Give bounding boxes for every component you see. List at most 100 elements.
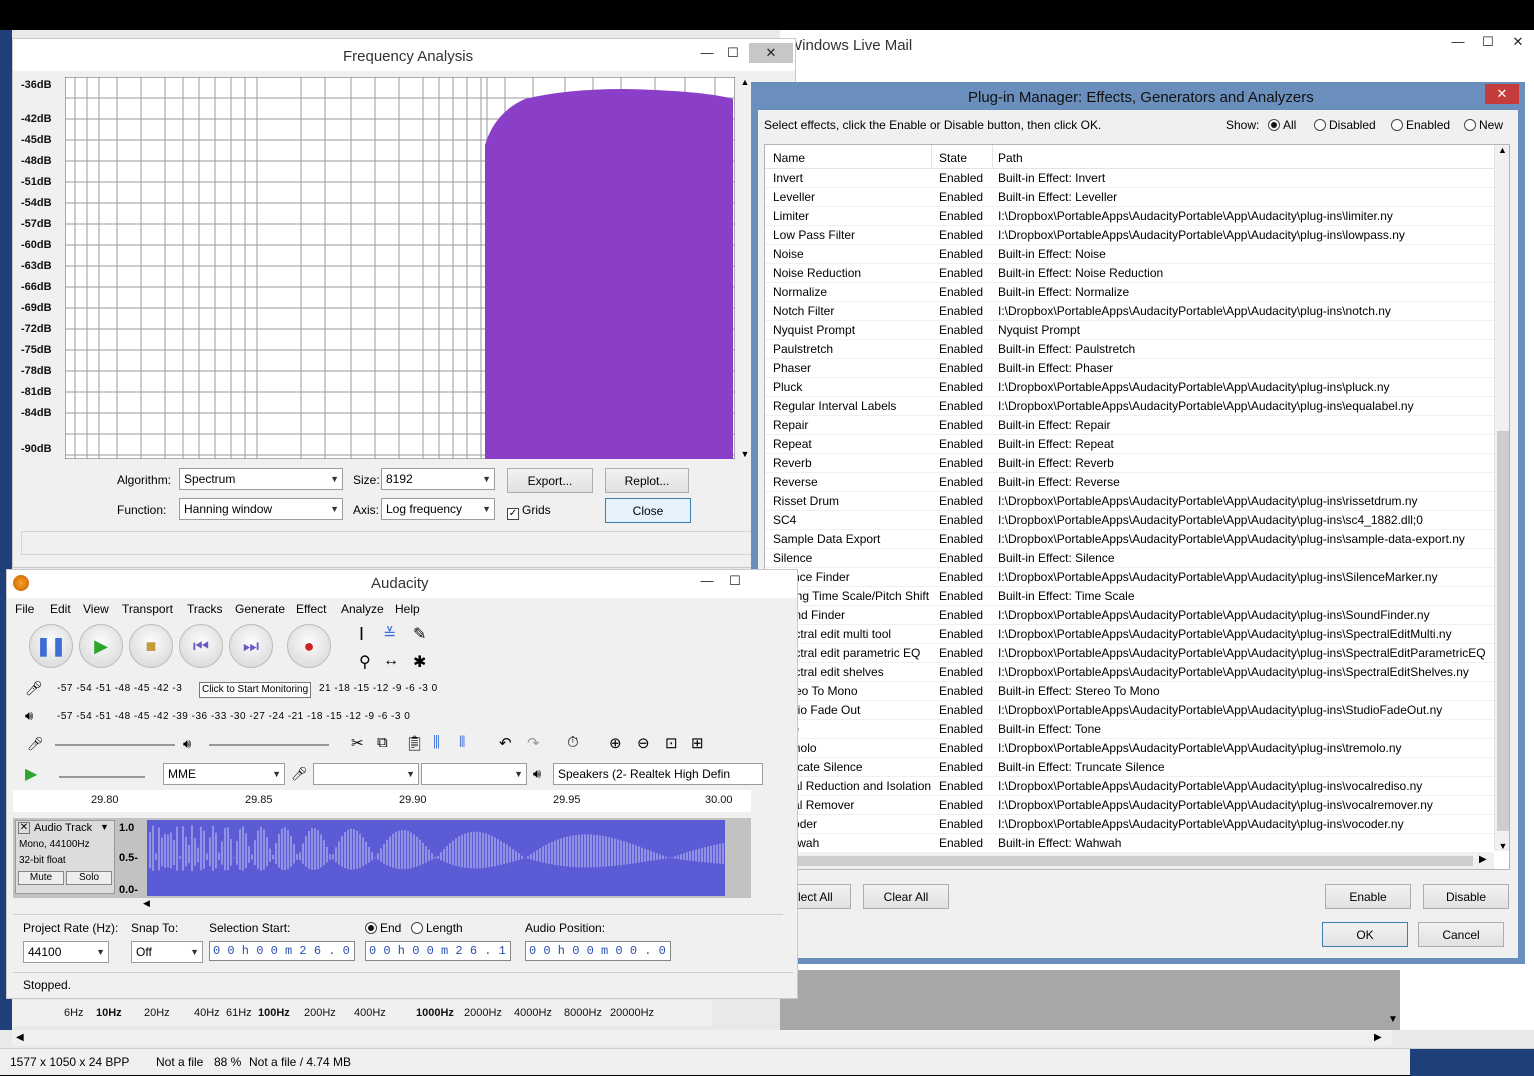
table-row[interactable]: Pluck Enabled I:\Dropbox\PortableApps\Auda… — [765, 378, 1494, 397]
table-row[interactable]: Nyquist Prompt Enabled Nyquist Prompt — [765, 321, 1494, 340]
table-row[interactable]: Silence Enabled Built-in Effect: Silence — [765, 549, 1494, 568]
play-button[interactable]: ▶ — [79, 624, 123, 668]
horizontal-scrollbar[interactable]: ◀ ▶ — [765, 853, 1494, 869]
table-row[interactable]: Paulstretch Enabled Built-in Effect: Pauls… — [765, 340, 1494, 359]
scroll-right-icon[interactable]: ▶ — [1374, 1032, 1382, 1043]
vertical-scrollbar[interactable]: ▲ ▼ — [1494, 145, 1509, 851]
function-select[interactable]: Hanning window ▼ — [179, 498, 343, 520]
table-row[interactable]: Vocal Reduction and Isolation Enabled I:\D… — [765, 777, 1494, 796]
sync-lock-icon[interactable]: ⏱ — [567, 734, 579, 751]
table-row[interactable]: Silence Finder Enabled I:\Dropbox\Portable… — [765, 568, 1494, 587]
col-path-header[interactable]: Path — [998, 151, 1023, 165]
algorithm-select[interactable]: Spectrum ▼ — [179, 468, 343, 490]
menu-tracks[interactable]: Tracks — [187, 602, 223, 616]
copy-icon[interactable]: ⧉ — [377, 734, 388, 751]
skip-end-button[interactable]: ⏭ — [229, 624, 273, 668]
skip-start-button[interactable]: ⏮ — [179, 624, 223, 668]
enable-button[interactable]: Enable — [1325, 884, 1411, 909]
mute-button[interactable]: Mute — [18, 871, 64, 885]
track-name[interactable]: Audio Track — [34, 822, 92, 834]
table-row[interactable]: VocoderEnabledI:\Dropbox\PortableApps\Au… — [765, 815, 1494, 834]
table-row[interactable]: Regular Interval Labels Enabled I:\Dropbox… — [765, 397, 1494, 416]
undo-icon[interactable]: ↶ — [499, 734, 512, 752]
table-row[interactable]: Vocal Remover Enabled I:\Dropbox\PortableA… — [765, 796, 1494, 815]
playback-volume-slider[interactable] — [209, 744, 329, 746]
menu-generate[interactable]: Generate — [235, 602, 285, 616]
scroll-down-icon[interactable]: ▼ — [1495, 841, 1509, 851]
solo-button[interactable]: Solo — [66, 871, 112, 885]
table-row[interactable]: Noise Enabled Built-in Effect: Noise — [765, 245, 1494, 264]
menu-help[interactable]: Help — [395, 602, 420, 616]
table-row[interactable]: Sound Finder Enabled I:\Dropbox\PortableAp… — [765, 606, 1494, 625]
stop-button[interactable]: ■ — [129, 624, 173, 668]
export-button[interactable]: Export... — [507, 468, 593, 493]
table-row[interactable]: SC4 Enabled I:\Dropbox\PortableApps\Audaci… — [765, 511, 1494, 530]
table-row[interactable]: Stereo To Mono Enabled Built-in Effect: St… — [765, 682, 1494, 701]
table-row[interactable]: WahwahEnabledBuilt-in Effect: Wahwah — [765, 834, 1494, 853]
end-radio[interactable]: End — [365, 921, 401, 935]
table-row[interactable]: Notch Filter Enabled I:\Dropbox\PortableAp… — [765, 302, 1494, 321]
menu-effect[interactable]: Effect — [296, 602, 326, 616]
viewer-vscroll-down[interactable]: ▼ — [1388, 1014, 1398, 1025]
table-row[interactable]: Truncate Silence Enabled Built-in Effect: … — [765, 758, 1494, 777]
clear-all-button[interactable]: Clear All — [863, 884, 949, 909]
table-row[interactable]: Limiter Enabled I:\Dropbox\PortableApps\Au… — [765, 207, 1494, 226]
audacity-maximize-button[interactable]: ☐ — [721, 571, 749, 591]
snap-to-select[interactable]: Off ▼ — [131, 941, 203, 963]
play-speed-slider[interactable] — [59, 776, 145, 778]
recording-channels-select[interactable]: ▼ — [421, 763, 527, 785]
cancel-button[interactable]: Cancel — [1418, 922, 1504, 947]
viewer-hscrollbar[interactable]: ◀ ▶ — [12, 1030, 1392, 1046]
zoom-tool-icon[interactable]: ⚲ — [359, 652, 371, 672]
close-button[interactable]: Close — [605, 498, 691, 523]
grids-checkbox[interactable]: ✓ Grids — [507, 503, 551, 520]
menu-file[interactable]: File — [15, 602, 34, 616]
timeshift-tool-icon[interactable]: ↔ — [383, 652, 399, 670]
table-row[interactable]: Repair Enabled Built-in Effect: Repair — [765, 416, 1494, 435]
table-row[interactable]: Low Pass Filter Enabled I:\Dropbox\Portabl… — [765, 226, 1494, 245]
scroll-right-icon[interactable]: ▶ — [1479, 854, 1487, 865]
filter-new-radio[interactable]: New — [1464, 118, 1503, 132]
ok-button[interactable]: OK — [1322, 922, 1408, 947]
waveform[interactable] — [147, 820, 747, 896]
table-row[interactable]: Spectral edit shelves Enabled I:\Dropbox\P… — [765, 663, 1494, 682]
table-row[interactable]: Invert Enabled Built-in Effect: Invert — [765, 169, 1494, 188]
track-menu-icon[interactable]: ▼ — [100, 822, 109, 832]
replot-button[interactable]: Replot... — [605, 468, 689, 493]
filter-enabled-radio[interactable]: Enabled — [1391, 118, 1450, 132]
record-button[interactable]: ● — [287, 624, 331, 668]
table-row[interactable]: Sliding Time Scale/Pitch Shift Enabled Bui… — [765, 587, 1494, 606]
redo-icon[interactable]: ↷ — [527, 734, 540, 752]
table-row[interactable]: Leveller Enabled Built-in Effect: Leveller — [765, 188, 1494, 207]
cut-icon[interactable]: ✂ — [351, 734, 364, 752]
timeline-ruler[interactable]: 29.80 29.85 29.90 29.95 30.00 — [13, 790, 751, 812]
playback-meter-scale[interactable]: -57 -54 -51 -48 -45 -42 -39 -36 -33 -30 … — [57, 711, 410, 722]
mic-icon[interactable]: 🎤︎ — [25, 680, 43, 697]
speaker-icon[interactable]: 🔊︎ — [25, 708, 33, 724]
disable-button[interactable]: Disable — [1423, 884, 1509, 909]
audio-position-field[interactable]: 0 0 h 0 0 m 0 0 . 0 0 0 s — [525, 941, 671, 961]
table-row[interactable]: Repeat Enabled Built-in Effect: Repeat — [765, 435, 1494, 454]
audacity-minimize-button[interactable]: — — [693, 571, 721, 591]
table-row[interactable]: Sample Data Export Enabled I:\Dropbox\Port… — [765, 530, 1494, 549]
selection-tool-icon[interactable]: I — [359, 624, 364, 645]
size-select[interactable]: 8192 ▼ — [381, 468, 495, 490]
fit-selection-icon[interactable]: ⊡ — [665, 734, 678, 752]
wlm-close-button[interactable]: ✕ — [1504, 32, 1532, 52]
scroll-left-icon[interactable]: ◀ — [16, 1032, 24, 1043]
recording-device-select[interactable]: ▼ — [313, 763, 419, 785]
freq-minimize-button[interactable]: — — [693, 43, 721, 63]
table-row[interactable]: Normalize Enabled Built-in Effect: Normali… — [765, 283, 1494, 302]
table-row[interactable]: Spectral edit parametric EQ Enabled I:\Dro… — [765, 644, 1494, 663]
trim-icon[interactable]: ⫼ — [433, 734, 440, 751]
filter-disabled-radio[interactable]: Disabled — [1314, 118, 1376, 132]
envelope-tool-icon[interactable]: ≚ — [383, 624, 396, 644]
multi-tool-icon[interactable]: ✱ — [413, 652, 426, 672]
table-row[interactable]: TremoloEnabledI:\Dropbox\PortableApps\Au… — [765, 739, 1494, 758]
hscroll-thumb[interactable] — [783, 856, 1473, 866]
table-row[interactable]: Noise Reduction Enabled Built-in Effect: N… — [765, 264, 1494, 283]
zoom-in-icon[interactable]: ⊕ — [609, 734, 622, 752]
playback-device-select[interactable]: Speakers (2- Realtek High Defin — [553, 763, 763, 785]
wlm-minimize-button[interactable]: — — [1444, 32, 1472, 52]
selection-start-field[interactable]: 0 0 h 0 0 m 2 6 . 0 4 9 s — [209, 941, 355, 961]
